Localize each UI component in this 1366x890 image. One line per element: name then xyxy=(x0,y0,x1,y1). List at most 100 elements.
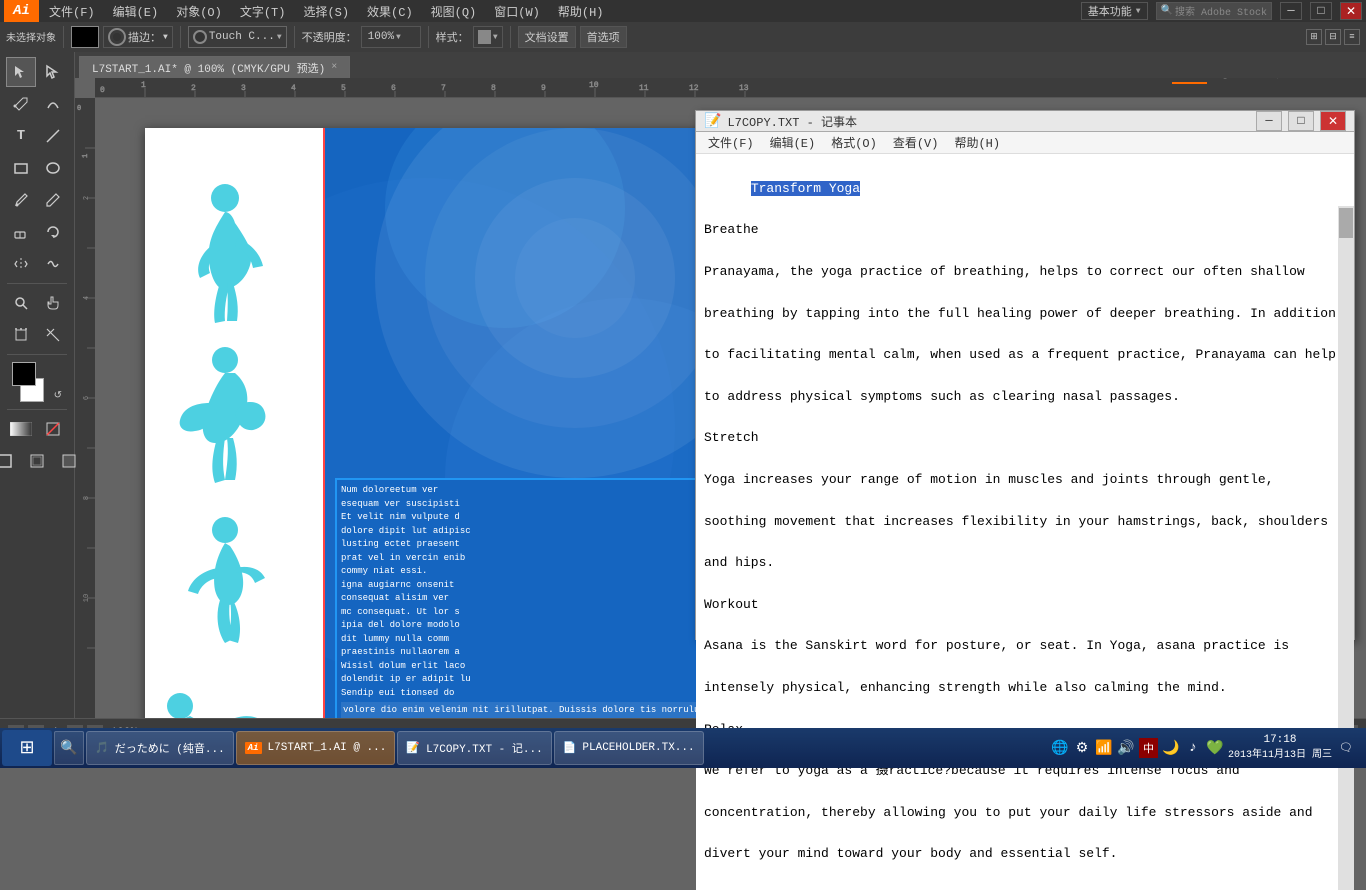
scrollbar-thumb[interactable] xyxy=(1339,208,1353,238)
tabbar: L7START_1.AI* @ 100% (CMYK/GPU 预选) × xyxy=(75,52,1366,78)
no-fill-btn[interactable] xyxy=(38,414,68,444)
arrange-icon[interactable]: ⊞ xyxy=(1306,29,1322,45)
np-menu-help[interactable]: 帮助(H) xyxy=(946,132,1008,153)
color-reset-icon[interactable]: ↺ xyxy=(54,390,62,402)
preferences-btn[interactable]: 首选项 xyxy=(580,26,627,48)
menu-effect[interactable]: 效果(C) xyxy=(359,1,421,22)
notepad-content[interactable]: Transform Yoga Breathe Pranayama, the yo… xyxy=(696,154,1354,890)
align-icon[interactable]: ⊟ xyxy=(1325,29,1341,45)
workspace-selector[interactable]: 基本功能 ▼ xyxy=(1081,2,1148,20)
eraser-tool[interactable] xyxy=(6,217,36,247)
tray-volume-icon[interactable]: 🔊 xyxy=(1117,739,1135,757)
stroke-selector[interactable]: 描边： ▼ xyxy=(103,26,173,48)
line-icon xyxy=(45,128,61,144)
taskbar: ⊞ 🔍 🎵 だっために (纯音... Ai L7START_1.AI @ ...… xyxy=(0,728,1366,768)
direct-selection-tool[interactable] xyxy=(38,57,68,87)
doc-settings-btn[interactable]: 文档设置 xyxy=(518,26,576,48)
zoom-tool[interactable] xyxy=(6,288,36,318)
start-button[interactable]: ⊞ xyxy=(2,730,52,766)
tray-ie-icon[interactable]: 🌐 xyxy=(1051,739,1069,757)
notepad-scrollbar[interactable] xyxy=(1338,206,1354,890)
style-box[interactable]: ▼ xyxy=(473,26,503,48)
ruler-left: 0 1 2 4 6 8 10 xyxy=(75,98,95,718)
taskbar-notepad-btn[interactable]: 📝 L7COPY.TXT - 记... xyxy=(397,731,551,765)
tray-health-icon[interactable]: 💚 xyxy=(1206,739,1224,757)
menu-window[interactable]: 窗口(W) xyxy=(486,1,548,22)
paintbrush-tools-row xyxy=(6,185,68,215)
toolbar-sep-1 xyxy=(63,26,64,48)
menu-text[interactable]: 文字(T) xyxy=(232,1,294,22)
menu-expand-icon[interactable]: ≡ xyxy=(1344,29,1360,45)
minimize-app-btn[interactable]: ─ xyxy=(1280,2,1302,20)
rect-tool[interactable] xyxy=(6,153,36,183)
inside-draw-btn[interactable] xyxy=(54,446,84,476)
shape-tools-row xyxy=(6,153,68,183)
normal-draw-btn[interactable] xyxy=(0,446,20,476)
menu-help[interactable]: 帮助(H) xyxy=(550,1,612,22)
search-taskbar-btn[interactable]: 🔍 xyxy=(54,731,84,765)
paintbrush-tool[interactable] xyxy=(6,185,36,215)
yoga-pose-3 xyxy=(188,517,265,643)
np-menu-view[interactable]: 查看(V) xyxy=(885,132,947,153)
svg-text:1: 1 xyxy=(82,154,90,158)
slice-tool[interactable] xyxy=(38,320,68,350)
line-tool[interactable] xyxy=(38,121,68,151)
menu-edit[interactable]: 编辑(E) xyxy=(105,1,167,22)
hand-tool[interactable] xyxy=(38,288,68,318)
fill-color-box[interactable] xyxy=(71,26,99,48)
tray-network-icon[interactable]: 📶 xyxy=(1095,739,1113,757)
type-tool[interactable]: T xyxy=(6,121,36,151)
gradient-fill-btn[interactable] xyxy=(6,414,36,444)
menu-view[interactable]: 视图(Q) xyxy=(423,1,485,22)
back-draw-icon xyxy=(30,454,44,468)
pen-tools-row xyxy=(6,89,68,119)
menu-object[interactable]: 对象(O) xyxy=(168,1,230,22)
close-app-btn[interactable]: ✕ xyxy=(1340,2,1362,20)
ellipse-tool[interactable] xyxy=(38,153,68,183)
np-menu-format[interactable]: 格式(O) xyxy=(823,132,885,153)
np-menu-edit[interactable]: 编辑(E) xyxy=(762,132,824,153)
menu-select[interactable]: 选择(S) xyxy=(295,1,357,22)
opacity-value-box[interactable]: 100% ▼ xyxy=(361,26,421,48)
notepad-minimize-btn[interactable]: ─ xyxy=(1256,111,1282,131)
notification-icon[interactable]: 🗨 xyxy=(1336,731,1356,765)
menu-file[interactable]: 文件(F) xyxy=(41,1,103,22)
search-placeholder: 搜索 Adobe Stock xyxy=(1175,3,1267,19)
warp-tool[interactable] xyxy=(38,249,68,279)
canvas-text-highlight: volore dio enim velenim nit irillutpat. … xyxy=(341,702,729,718)
taskbar-placeholder-btn[interactable]: 📄 PLACEHOLDER.TX... xyxy=(554,731,704,765)
selection-tool-icon xyxy=(13,64,29,80)
notification-bell: 🗨 xyxy=(1339,741,1353,755)
notepad-close-btn[interactable]: ✕ xyxy=(1320,111,1346,131)
taskbar-music-btn[interactable]: 🎵 だっために (纯音... xyxy=(86,731,234,765)
doc-left-panel xyxy=(145,128,325,718)
color-wells[interactable]: ↺ xyxy=(12,362,62,402)
selection-tool[interactable] xyxy=(6,57,36,87)
pencil-tool[interactable] xyxy=(38,185,68,215)
notepad-restore-btn[interactable]: □ xyxy=(1288,111,1314,131)
taskbar-ai-btn[interactable]: Ai L7START_1.AI @ ... xyxy=(236,731,396,765)
search-box[interactable]: 🔍 搜索 Adobe Stock xyxy=(1156,2,1272,20)
np-menu-file[interactable]: 文件(F) xyxy=(700,132,762,153)
document-tab[interactable]: L7START_1.AI* @ 100% (CMYK/GPU 预选) × xyxy=(79,56,350,78)
back-draw-btn[interactable] xyxy=(22,446,52,476)
tool-sep-1 xyxy=(7,283,67,284)
rotate-tool[interactable] xyxy=(38,217,68,247)
yoga-poses-svg xyxy=(145,128,325,718)
restore-app-btn[interactable]: □ xyxy=(1310,2,1332,20)
foreground-color-well[interactable] xyxy=(12,362,36,386)
artboard-tool[interactable] xyxy=(6,320,36,350)
input-method-btn[interactable]: 中 xyxy=(1139,738,1158,758)
system-clock[interactable]: 17:18 2013年11月13日 周三 xyxy=(1228,733,1332,762)
curvature-tool[interactable] xyxy=(38,89,68,119)
tray-settings-icon[interactable]: ⚙ xyxy=(1073,739,1091,757)
touch-dropdown[interactable]: Touch C... ▼ xyxy=(188,26,287,48)
normal-draw-icon xyxy=(0,454,12,468)
tray-misc-2[interactable]: ♪ xyxy=(1184,739,1202,757)
pen-tool[interactable] xyxy=(6,89,36,119)
zoom-tools-row xyxy=(6,288,68,318)
tray-misc-1[interactable]: 🌙 xyxy=(1162,739,1180,757)
gradient-icon xyxy=(10,422,32,436)
reflect-tool[interactable] xyxy=(6,249,36,279)
tab-close-btn[interactable]: × xyxy=(331,62,337,73)
